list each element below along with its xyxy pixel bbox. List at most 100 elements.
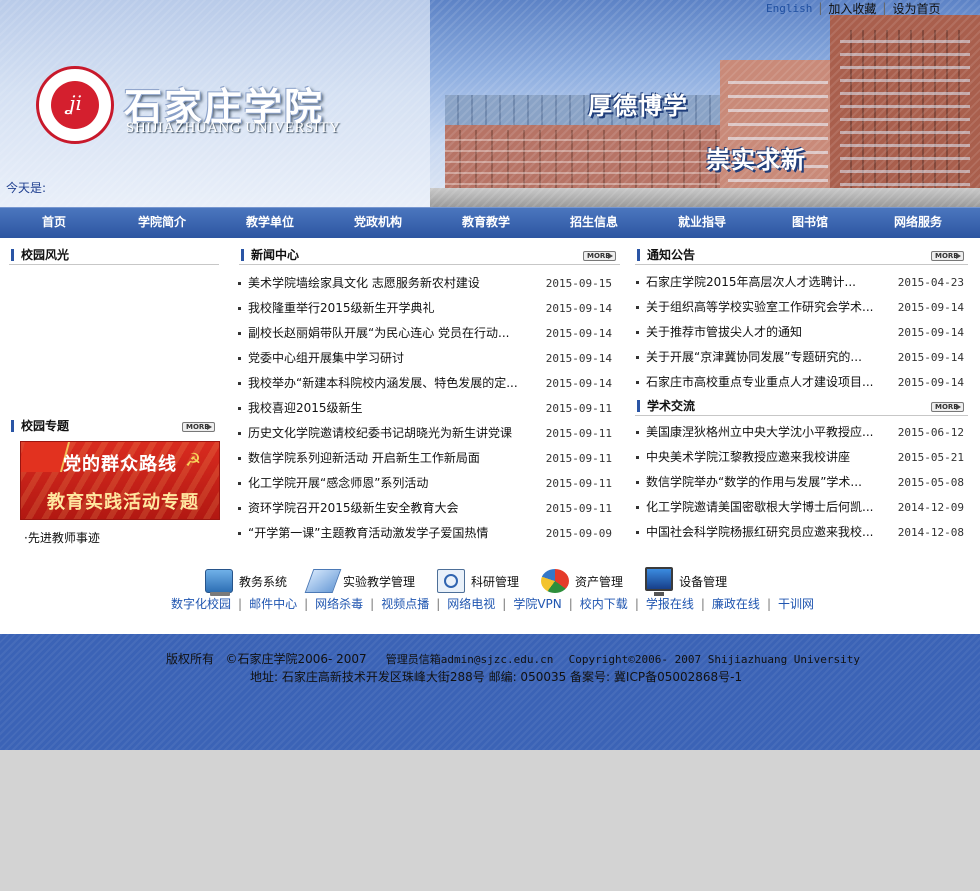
main-nav: 首页 学院简介 教学单位 党政机构 教育教学 招生信息 就业指导 图书馆 网络服…: [0, 207, 980, 238]
lab-teaching-system-link[interactable]: 实验教学管理: [304, 568, 415, 594]
list-item[interactable]: “开学第一课”主题教育活动激发学子爱国热情 2015-09-09: [238, 521, 612, 546]
list-item[interactable]: 数信学院系列迎新活动 开启新生工作新局面 2015-09-11: [238, 446, 612, 471]
top-links: English | 加入收藏 | 设为首页: [760, 0, 946, 16]
nav-item-home[interactable]: 首页: [0, 208, 108, 238]
notices-more-button[interactable]: MORE: [931, 251, 964, 261]
advanced-teachers-link[interactable]: ·先进教师事迹: [24, 529, 100, 546]
nav-item-education[interactable]: 教育教学: [432, 208, 540, 238]
list-item[interactable]: 美术学院墙绘家具文化 志愿服务新农村建设 2015-09-15: [238, 271, 612, 296]
notices-list: 石家庄学院2015年高层次人才选聘计... 2015-04-23 关于组织高等学校…: [636, 270, 964, 395]
list-item[interactable]: 关于开展“京津冀协同发展”专题研究的... 2015-09-14: [636, 345, 964, 370]
news-title[interactable]: 资环学院召开2015级新生安全教育大会: [248, 496, 459, 521]
list-item[interactable]: 石家庄学院2015年高层次人才选聘计... 2015-04-23: [636, 270, 964, 295]
news-title[interactable]: 我校举办“新建本科院校内涵发展、特色发展的定...: [248, 371, 518, 396]
news-date: 2015-09-11: [545, 502, 612, 515]
set-homepage-link[interactable]: 设为首页: [886, 0, 946, 17]
notice-title[interactable]: 石家庄市高校重点专业重点人才建设项目...: [646, 370, 873, 395]
nav-item-about[interactable]: 学院简介: [108, 208, 216, 238]
quick-link[interactable]: 视频点播: [381, 595, 429, 612]
list-item[interactable]: 化工学院开展“感念师恩”系列活动 2015-09-11: [238, 471, 612, 496]
nav-item-network[interactable]: 网络服务: [864, 208, 972, 238]
list-item[interactable]: 历史文化学院邀请校纪委书记胡晓光为新生讲党课 2015-09-11: [238, 421, 612, 446]
notice-title[interactable]: 石家庄学院2015年高层次人才选聘计...: [646, 270, 856, 295]
nav-item-employment[interactable]: 就业指导: [648, 208, 756, 238]
quick-link[interactable]: 干训网: [778, 595, 814, 612]
notice-title[interactable]: 关于推荐市管拔尖人才的通知: [646, 320, 802, 345]
nav-item-administration[interactable]: 党政机构: [324, 208, 432, 238]
admin-email: 管理员信箱admin@sjzc.edu.cn: [385, 653, 554, 666]
list-item[interactable]: 副校长赵丽娟带队开展“为民心连心 党员在行动... 2015-09-14: [238, 321, 612, 346]
list-item[interactable]: 党委中心组开展集中学习研讨 2015-09-14: [238, 346, 612, 371]
news-title[interactable]: “开学第一课”主题教育活动激发学子爱国热情: [248, 521, 488, 546]
quick-link[interactable]: 邮件中心: [249, 595, 297, 612]
notice-title[interactable]: 关于开展“京津冀协同发展”专题研究的...: [646, 345, 862, 370]
list-item[interactable]: 我校喜迎2015级新生 2015-09-11: [238, 396, 612, 421]
news-date: 2015-09-09: [545, 527, 612, 540]
academic-more-button[interactable]: MORE: [931, 402, 964, 412]
academic-affairs-system-link[interactable]: 教务系统: [205, 568, 287, 596]
magnifier-icon: [437, 569, 466, 593]
asset-system-link[interactable]: 资产管理: [541, 568, 623, 594]
list-item[interactable]: 化工学院邀请美国密歇根大学博士后何凯... 2014-12-09: [636, 495, 964, 520]
news-title[interactable]: 我校隆重举行2015级新生开学典礼: [248, 296, 435, 321]
news-title[interactable]: 数信学院系列迎新活动 开启新生工作新局面: [248, 446, 480, 471]
research-system-link[interactable]: 科研管理: [437, 568, 519, 594]
main-content: 校园风光 校园专题 MORE ☭ 党的群众路线 教育实践活动专题 ·先进教师事迹…: [0, 238, 980, 549]
news-center-header: 新闻中心 MORE: [239, 243, 620, 265]
academic-title-item[interactable]: 美国康涅狄格州立中央大学沈小平教授应...: [646, 420, 873, 445]
mass-line-topic-banner[interactable]: ☭ 党的群众路线 教育实践活动专题: [20, 441, 220, 520]
motto-line-2: 崇实求新: [706, 145, 806, 174]
news-date: 2015-09-11: [545, 477, 612, 490]
news-date: 2015-09-14: [545, 302, 612, 315]
academic-date: 2014-12-09: [897, 501, 964, 514]
list-item[interactable]: 资环学院召开2015级新生安全教育大会 2015-09-11: [238, 496, 612, 521]
news-date: 2015-09-15: [545, 277, 612, 290]
list-item[interactable]: 石家庄市高校重点专业重点人才建设项目... 2015-09-14: [636, 370, 964, 395]
campus-scenery-header: 校园风光: [9, 243, 219, 265]
nav-item-library[interactable]: 图书馆: [756, 208, 864, 238]
list-item[interactable]: 关于推荐市管拔尖人才的通知 2015-09-14: [636, 320, 964, 345]
quick-link[interactable]: 廉政在线: [712, 595, 760, 612]
list-item[interactable]: 关于组织高等学校实验室工作研究会学术... 2015-09-14: [636, 295, 964, 320]
academic-title-item[interactable]: 中国社会科学院杨振红研究员应邀来我校...: [646, 520, 873, 545]
equipment-system-link[interactable]: 设备管理: [645, 567, 727, 596]
news-title[interactable]: 党委中心组开展集中学习研讨: [248, 346, 404, 371]
english-link[interactable]: English: [760, 2, 818, 15]
list-item[interactable]: 中央美术学院江黎教授应邀来我校讲座 2015-05-21: [636, 445, 964, 470]
add-favorite-link[interactable]: 加入收藏: [822, 0, 882, 17]
quick-link[interactable]: 学院VPN: [513, 595, 561, 612]
academic-title-item[interactable]: 中央美术学院江黎教授应邀来我校讲座: [646, 445, 850, 470]
academic-date: 2014-12-08: [897, 526, 964, 539]
quick-link[interactable]: 网络杀毒: [315, 595, 363, 612]
quick-links: 数字化校园 | 邮件中心 | 网络杀毒 | 视频点播 | 网络电视 | 学院VPN | 校内…: [171, 595, 814, 612]
notice-title[interactable]: 关于组织高等学校实验室工作研究会学术...: [646, 295, 873, 320]
news-date: 2015-09-11: [545, 427, 612, 440]
quick-link[interactable]: 学报在线: [646, 595, 694, 612]
news-center-more-button[interactable]: MORE: [583, 251, 616, 261]
quick-link[interactable]: 网络电视: [447, 595, 495, 612]
news-title[interactable]: 美术学院墙绘家具文化 志愿服务新农村建设: [248, 271, 480, 296]
campus-topics-header: 校园专题 MORE: [9, 414, 219, 436]
quick-link-separator: |: [766, 596, 771, 611]
list-item[interactable]: 中国社会科学院杨振红研究员应邀来我校... 2014-12-08: [636, 520, 964, 545]
academic-title: 学术交流: [647, 399, 696, 413]
list-item[interactable]: 我校举办“新建本科院校内涵发展、特色发展的定... 2015-09-14: [238, 371, 612, 396]
quick-link[interactable]: 校内下载: [580, 595, 628, 612]
nav-item-admissions[interactable]: 招生信息: [540, 208, 648, 238]
logo-english-name: SHIJIAZHUANG UNIVERSITY: [126, 120, 341, 136]
academic-date: 2015-05-08: [897, 476, 964, 489]
list-item[interactable]: 美国康涅狄格州立中央大学沈小平教授应... 2015-06-12: [636, 420, 964, 445]
nav-item-departments[interactable]: 教学单位: [216, 208, 324, 238]
campus-topics-more-button[interactable]: MORE: [182, 422, 215, 432]
quick-link-separator: |: [238, 596, 243, 611]
academic-title-item[interactable]: 化工学院邀请美国密歇根大学博士后何凯...: [646, 495, 873, 520]
notice-date: 2015-09-14: [897, 376, 964, 389]
academic-title-item[interactable]: 数信学院举办“数学的作用与发展”学术...: [646, 470, 862, 495]
news-title[interactable]: 化工学院开展“感念师恩”系列活动: [248, 471, 428, 496]
news-title[interactable]: 我校喜迎2015级新生: [248, 396, 363, 421]
list-item[interactable]: 数信学院举办“数学的作用与发展”学术... 2015-05-08: [636, 470, 964, 495]
quick-link[interactable]: 数字化校园: [171, 595, 231, 612]
list-item[interactable]: 我校隆重举行2015级新生开学典礼 2015-09-14: [238, 296, 612, 321]
news-title[interactable]: 副校长赵丽娟带队开展“为民心连心 党员在行动...: [248, 321, 509, 346]
news-title[interactable]: 历史文化学院邀请校纪委书记胡晓光为新生讲党课: [248, 421, 512, 446]
